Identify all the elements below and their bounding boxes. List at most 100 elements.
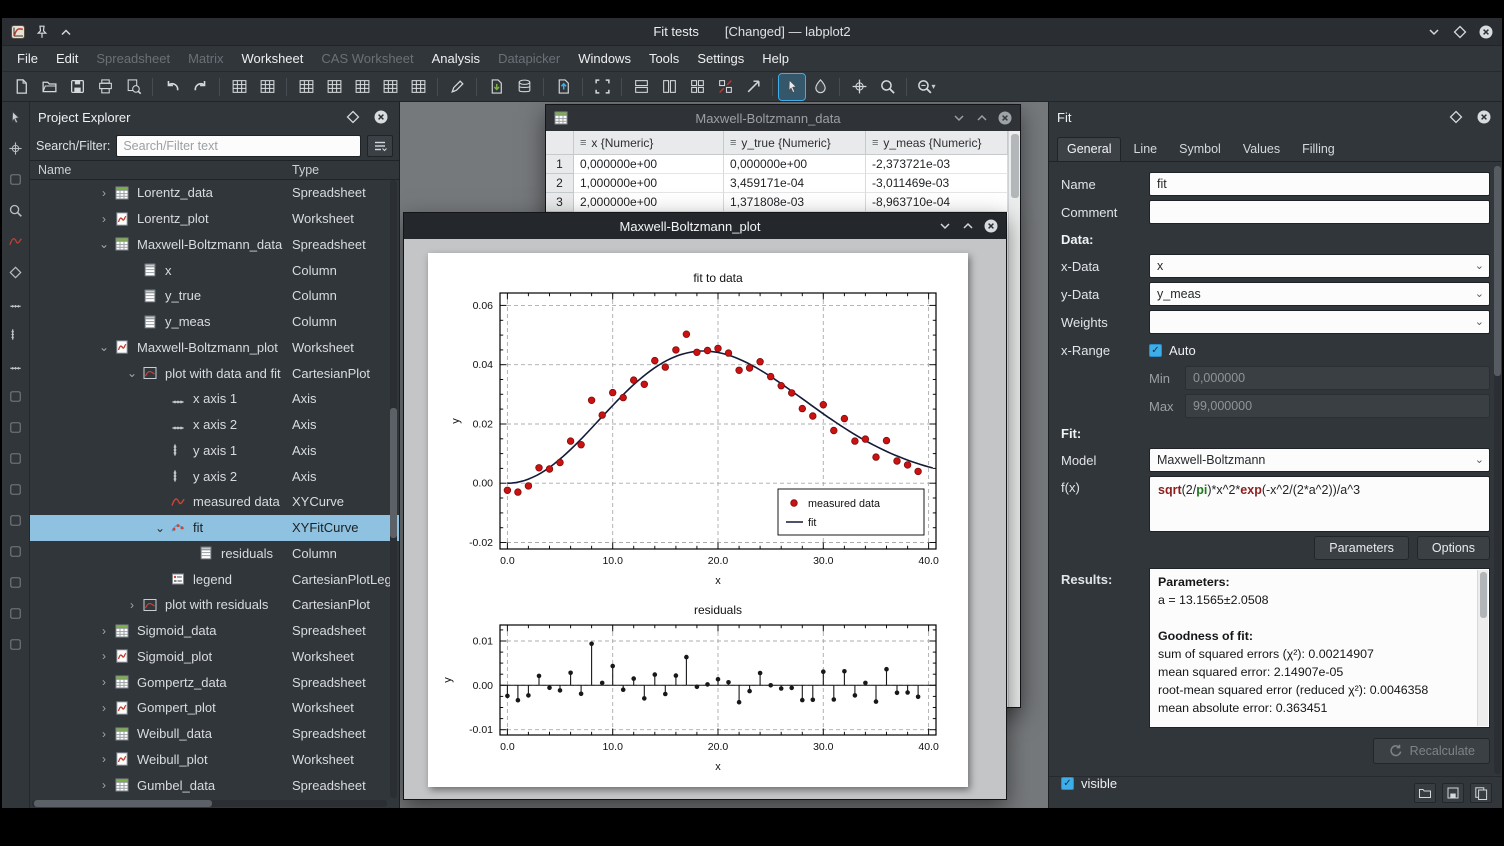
column-header-name[interactable]: Name (38, 163, 71, 177)
expander-icon[interactable]: › (96, 212, 112, 226)
minimize-button[interactable] (1426, 24, 1442, 40)
tree-vertical-scrollbar[interactable] (390, 180, 397, 798)
pan-tool-button[interactable] (807, 74, 833, 100)
expander-icon[interactable]: › (124, 598, 140, 612)
tree-row[interactable]: ›Weibull_plotWorksheet (30, 747, 399, 773)
tree-row[interactable]: ›Weibull_dataSpreadsheet (30, 721, 399, 747)
tree-row[interactable]: measured dataXYCurve (30, 489, 399, 515)
break-layout-button[interactable] (712, 74, 738, 100)
select-tool-button[interactable] (779, 74, 805, 100)
tree-row[interactable]: legendCartesianPlotLegend (30, 566, 399, 592)
expander-icon[interactable]: › (96, 649, 112, 663)
expander-icon[interactable]: › (96, 624, 112, 638)
import-sql-button[interactable] (511, 74, 537, 100)
min-field[interactable]: 0,000000 (1185, 366, 1490, 390)
tree-row[interactable]: residualsColumn (30, 541, 399, 567)
tree-row[interactable]: ›plot with residualsCartesianPlot (30, 592, 399, 618)
menu-help[interactable]: Help (753, 48, 798, 69)
document-save-button[interactable] (64, 74, 90, 100)
expander-icon[interactable]: ⌄ (124, 366, 140, 380)
expander-icon[interactable]: ⌄ (96, 237, 112, 251)
float-dock-icon[interactable] (343, 107, 363, 127)
menu-settings[interactable]: Settings (688, 48, 753, 69)
fit-page-button[interactable] (589, 74, 615, 100)
zoom-out-tool[interactable] (8, 606, 23, 624)
tree-row[interactable]: ›Sigmoid_dataSpreadsheet (30, 618, 399, 644)
magnification-button[interactable]: ▾ (913, 74, 939, 100)
tree-row[interactable]: x axis 2Axis (30, 412, 399, 438)
column-header-type[interactable]: Type (292, 163, 319, 177)
plot-window-titlebar[interactable]: Maxwell-Boltzmann_plot (404, 213, 1006, 239)
print-preview-button[interactable] (120, 74, 146, 100)
subwindow-close-icon[interactable] (997, 110, 1013, 126)
tree-row[interactable]: ⌄Maxwell-Boltzmann_dataSpreadsheet (30, 232, 399, 258)
tree-row[interactable]: ⌄Maxwell-Boltzmann_plotWorksheet (30, 335, 399, 361)
tab-line[interactable]: Line (1123, 137, 1167, 161)
menu-analysis[interactable]: Analysis (423, 48, 489, 69)
tree-row[interactable]: y_measColumn (30, 309, 399, 335)
tree-row[interactable]: ›Sigmoid_plotWorksheet (30, 644, 399, 670)
select-cursor-tool[interactable] (8, 110, 23, 128)
tree-row[interactable]: x axis 1Axis (30, 386, 399, 412)
close-dock-icon[interactable] (371, 107, 391, 127)
y-data-combo[interactable]: y_meas⌄ (1149, 282, 1490, 306)
info-element-tool[interactable] (8, 451, 23, 469)
expander-icon[interactable]: › (96, 727, 112, 741)
crosshair-tool[interactable] (8, 141, 23, 159)
subwindow-minimize-icon[interactable] (937, 218, 953, 234)
grid-layout-button[interactable] (684, 74, 710, 100)
parameters-button[interactable]: Parameters (1314, 536, 1409, 560)
shade-icon[interactable] (58, 24, 74, 40)
menu-tools[interactable]: Tools (640, 48, 688, 69)
tree-row[interactable]: ›Gompertz_dataSpreadsheet (30, 669, 399, 695)
results-box[interactable]: Parameters:a = 13.1565±2.0508 Goodness o… (1149, 568, 1490, 728)
new-workbook-button[interactable] (226, 74, 252, 100)
cell[interactable]: 1,000000e+00 (574, 174, 724, 193)
spreadsheet-window-titlebar[interactable]: Maxwell-Boltzmann_data (546, 105, 1020, 131)
crosshair-tool-button[interactable] (846, 74, 872, 100)
cell[interactable]: 2,000000e+00 (574, 193, 724, 212)
diamond-tool[interactable] (8, 265, 23, 283)
cell[interactable]: 0,000000e+00 (724, 155, 866, 174)
new-notes-button[interactable] (405, 74, 431, 100)
dock-scrollbar[interactable] (1494, 166, 1501, 774)
float-dock-icon[interactable] (1446, 107, 1466, 127)
auto-range-checkbox[interactable]: ✓ (1149, 344, 1162, 357)
subwindow-minimize-icon[interactable] (951, 110, 967, 126)
model-combo[interactable]: Maxwell-Boltzmann⌄ (1149, 448, 1490, 472)
horizontal-layout-button[interactable] (656, 74, 682, 100)
filter-options-button[interactable] (367, 135, 393, 157)
secondary-axis-tool[interactable] (8, 358, 23, 376)
tree-row[interactable]: y_trueColumn (30, 283, 399, 309)
tab-symbol[interactable]: Symbol (1169, 137, 1231, 161)
new-worksheet-button[interactable] (349, 74, 375, 100)
fit-plot[interactable]: 0.010.020.030.040.0-0.020.000.020.040.06… (446, 267, 952, 591)
edit-undo-button[interactable] (159, 74, 185, 100)
tree-row[interactable]: y axis 2Axis (30, 463, 399, 489)
zoom-in-tool[interactable] (8, 575, 23, 593)
formula-editor[interactable]: sqrt(2/pi)*x^2*exp(-x^2/(2*a^2))/a^3 (1149, 476, 1490, 532)
expander-icon[interactable]: › (96, 778, 112, 792)
new-datapicker-button[interactable] (254, 74, 280, 100)
expander-icon[interactable]: › (96, 186, 112, 200)
expander-icon[interactable]: ⌄ (152, 521, 168, 535)
tree-row[interactable]: xColumn (30, 257, 399, 283)
spreadsheet-scrollbar[interactable] (1008, 131, 1020, 707)
expander-icon[interactable]: › (96, 752, 112, 766)
comment-field[interactable] (1149, 200, 1490, 224)
save-template-button[interactable] (1442, 783, 1464, 803)
vertical-layout-button[interactable] (628, 74, 654, 100)
search-input[interactable] (116, 135, 361, 157)
worksheet-view[interactable]: 0.010.020.030.040.0-0.020.000.020.040.06… (404, 239, 1006, 799)
curve-tool[interactable] (8, 234, 23, 252)
magnifier-tool[interactable] (8, 203, 23, 221)
cell[interactable]: 1,371808e-03 (724, 193, 866, 212)
weights-combo[interactable]: ⌄ (1149, 310, 1490, 334)
auto-layout-button[interactable] (740, 74, 766, 100)
cell[interactable]: 0,000000e+00 (574, 155, 724, 174)
edit-redo-button[interactable] (187, 74, 213, 100)
new-spreadsheet-button[interactable] (293, 74, 319, 100)
subwindow-restore-icon[interactable] (960, 218, 976, 234)
recalculate-button[interactable]: Recalculate (1373, 738, 1490, 764)
x-axis-tool[interactable] (8, 296, 23, 314)
